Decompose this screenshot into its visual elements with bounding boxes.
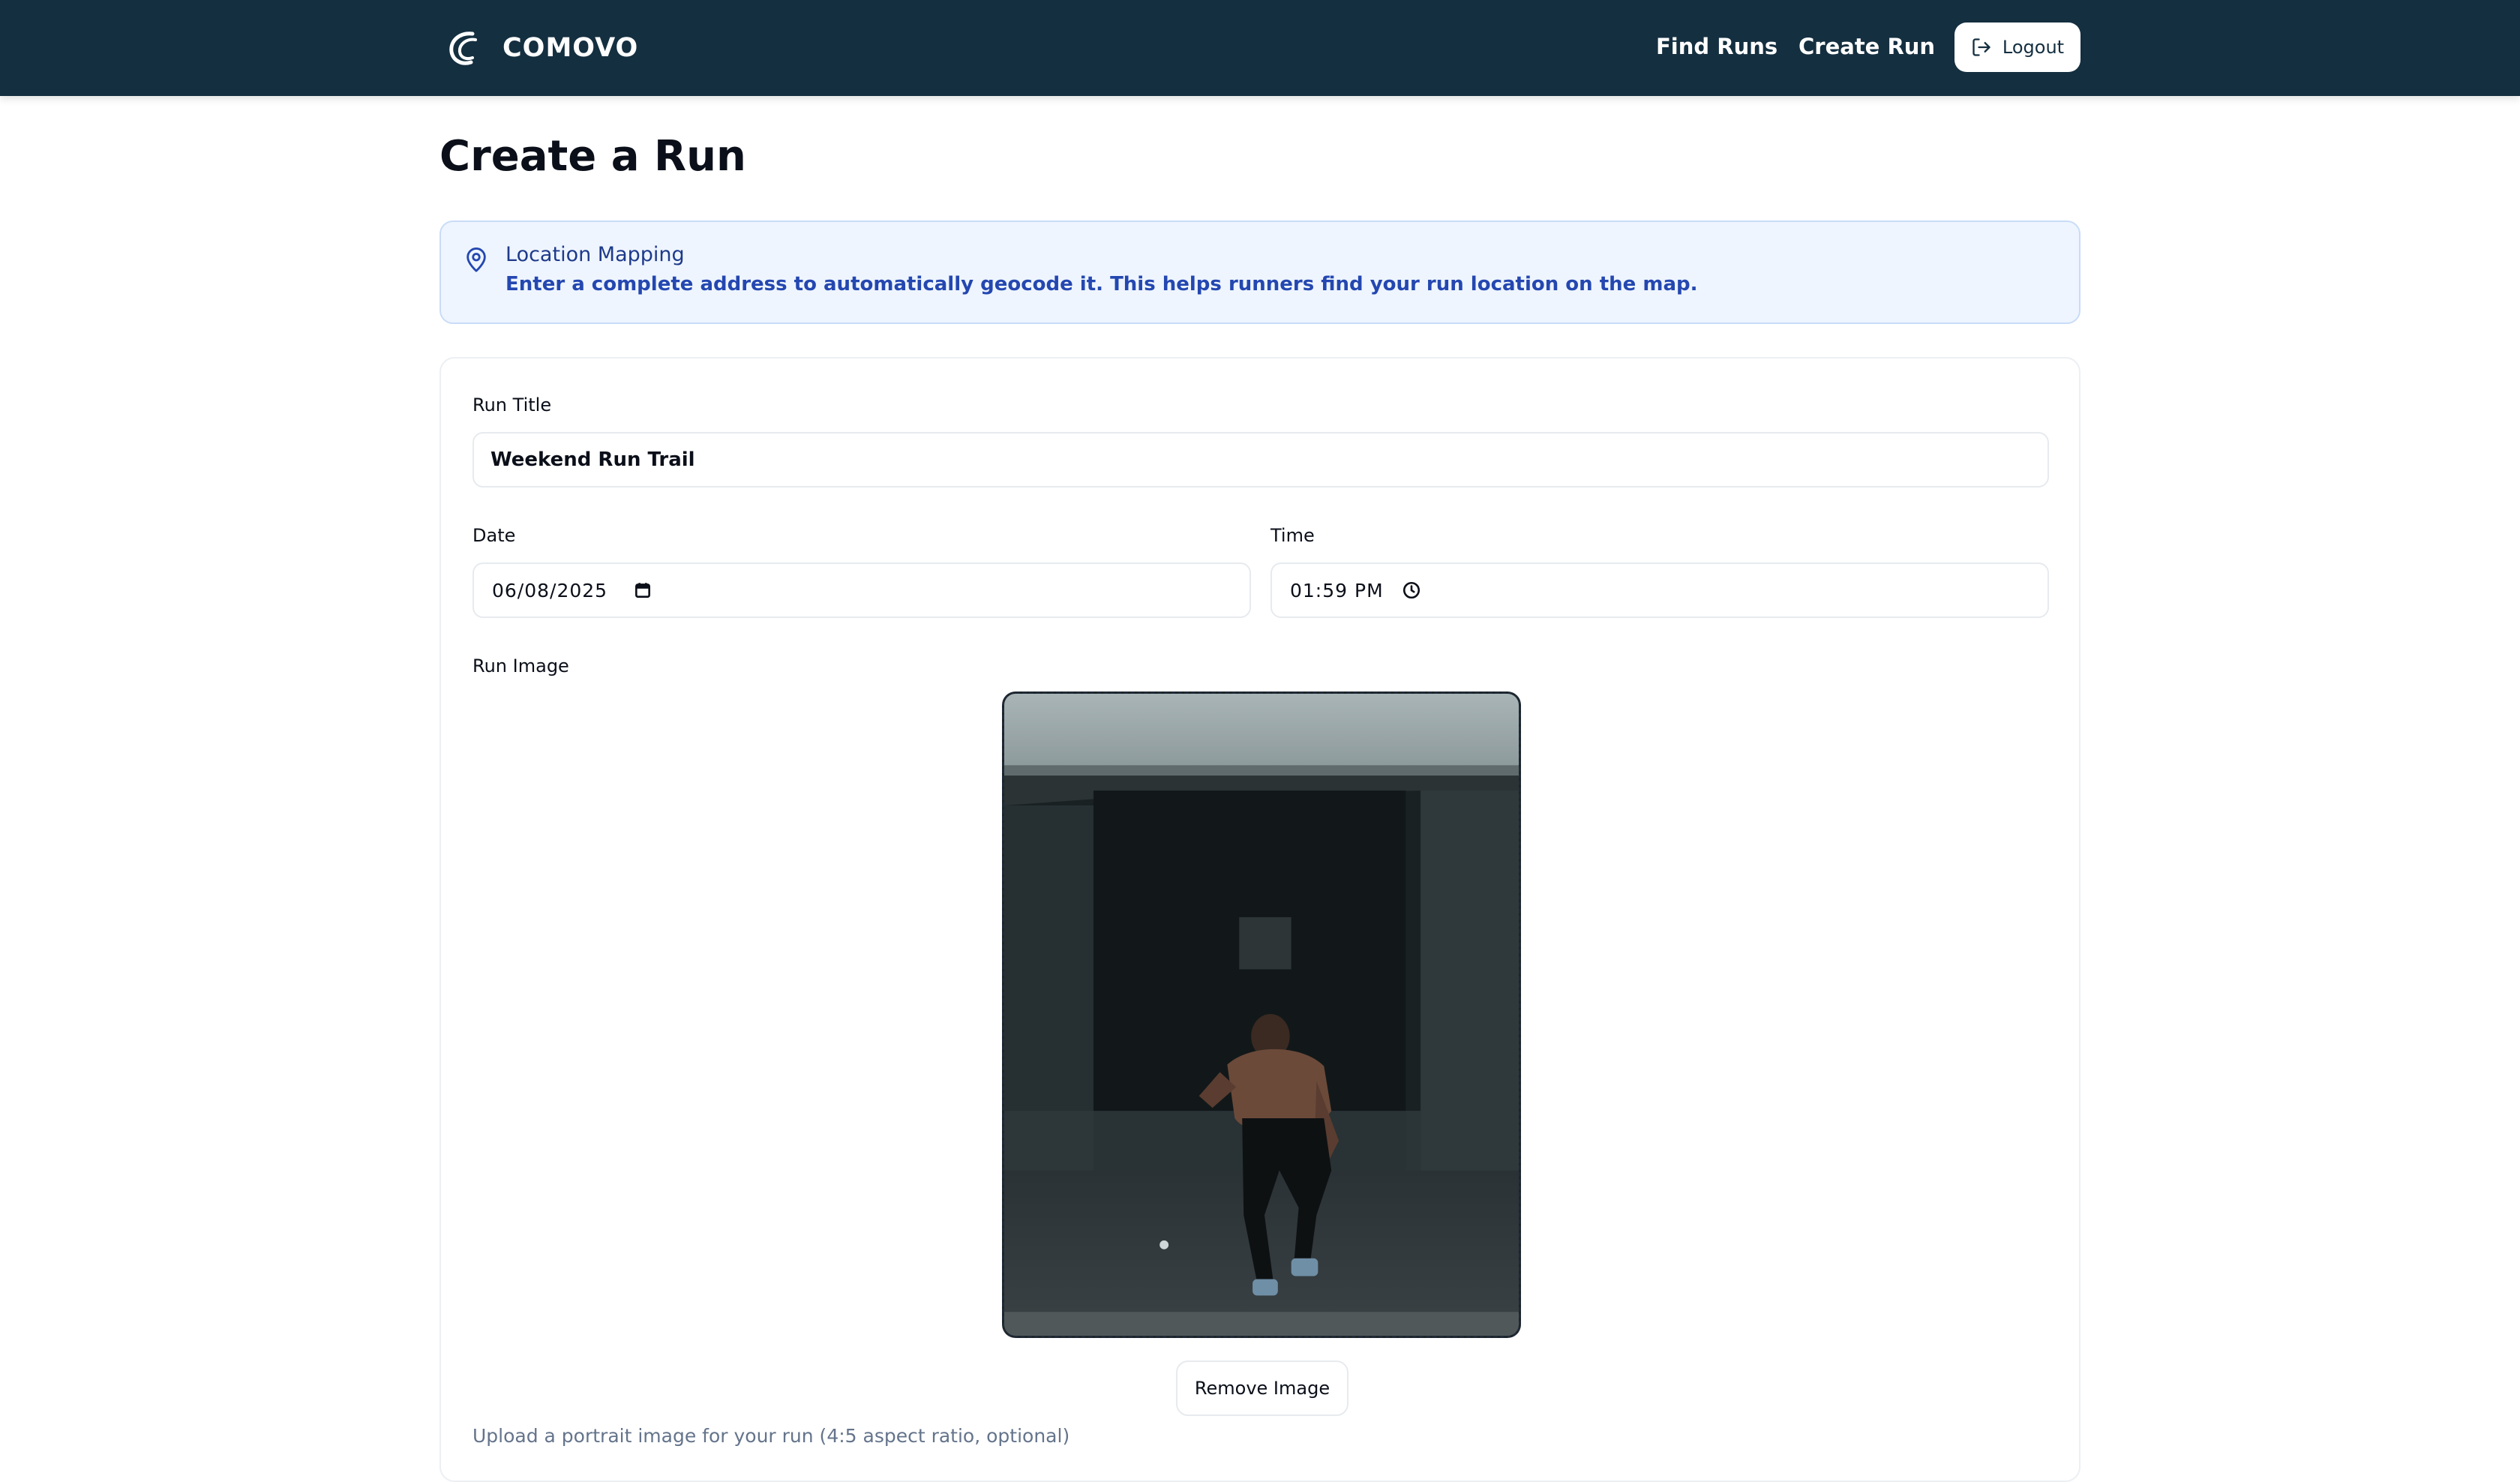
- image-help-text: Upload a portrait image for your run (4:…: [472, 1425, 1070, 1447]
- time-value: 01:59 PM: [1290, 579, 1384, 602]
- logout-icon: [1972, 38, 1990, 56]
- brand-name: COMOVO: [502, 33, 639, 63]
- logout-button[interactable]: Logout: [1954, 22, 2080, 72]
- time-label: Time: [1270, 525, 1315, 546]
- run-image-preview[interactable]: [1002, 692, 1521, 1338]
- banner-title: Location Mapping: [506, 243, 685, 266]
- run-title-input[interactable]: [472, 432, 2049, 488]
- calendar-icon[interactable]: [633, 580, 652, 600]
- nav-create-run[interactable]: Create Run: [1798, 30, 1935, 63]
- clock-icon[interactable]: [1402, 580, 1421, 600]
- page-title: Create a Run: [440, 132, 746, 181]
- banner-text: Enter a complete address to automaticall…: [506, 273, 1698, 296]
- date-value: 06/08/2025: [492, 579, 608, 602]
- run-title-label: Run Title: [472, 394, 552, 416]
- date-label: Date: [472, 525, 516, 546]
- nav-find-runs[interactable]: Find Runs: [1656, 30, 1778, 63]
- time-input[interactable]: 01:59 PM: [1270, 562, 2049, 618]
- logout-label: Logout: [2002, 37, 2065, 58]
- brand[interactable]: COMOVO: [447, 27, 638, 69]
- run-image-label: Run Image: [472, 656, 569, 676]
- remove-image-button[interactable]: Remove Image: [1176, 1360, 1348, 1416]
- date-input[interactable]: 06/08/2025: [472, 562, 1251, 618]
- map-pin-icon: [466, 248, 486, 272]
- create-run-form: Run Title Date 06/08/2025 Time 01:59 PM …: [440, 357, 2080, 1482]
- comovo-logo-icon: [449, 32, 477, 65]
- top-navbar: COMOVO Find Runs Create Run Logout: [0, 0, 2520, 96]
- location-mapping-banner: Location Mapping Enter a complete addres…: [440, 220, 2080, 324]
- runner-photo: [1004, 694, 1519, 1336]
